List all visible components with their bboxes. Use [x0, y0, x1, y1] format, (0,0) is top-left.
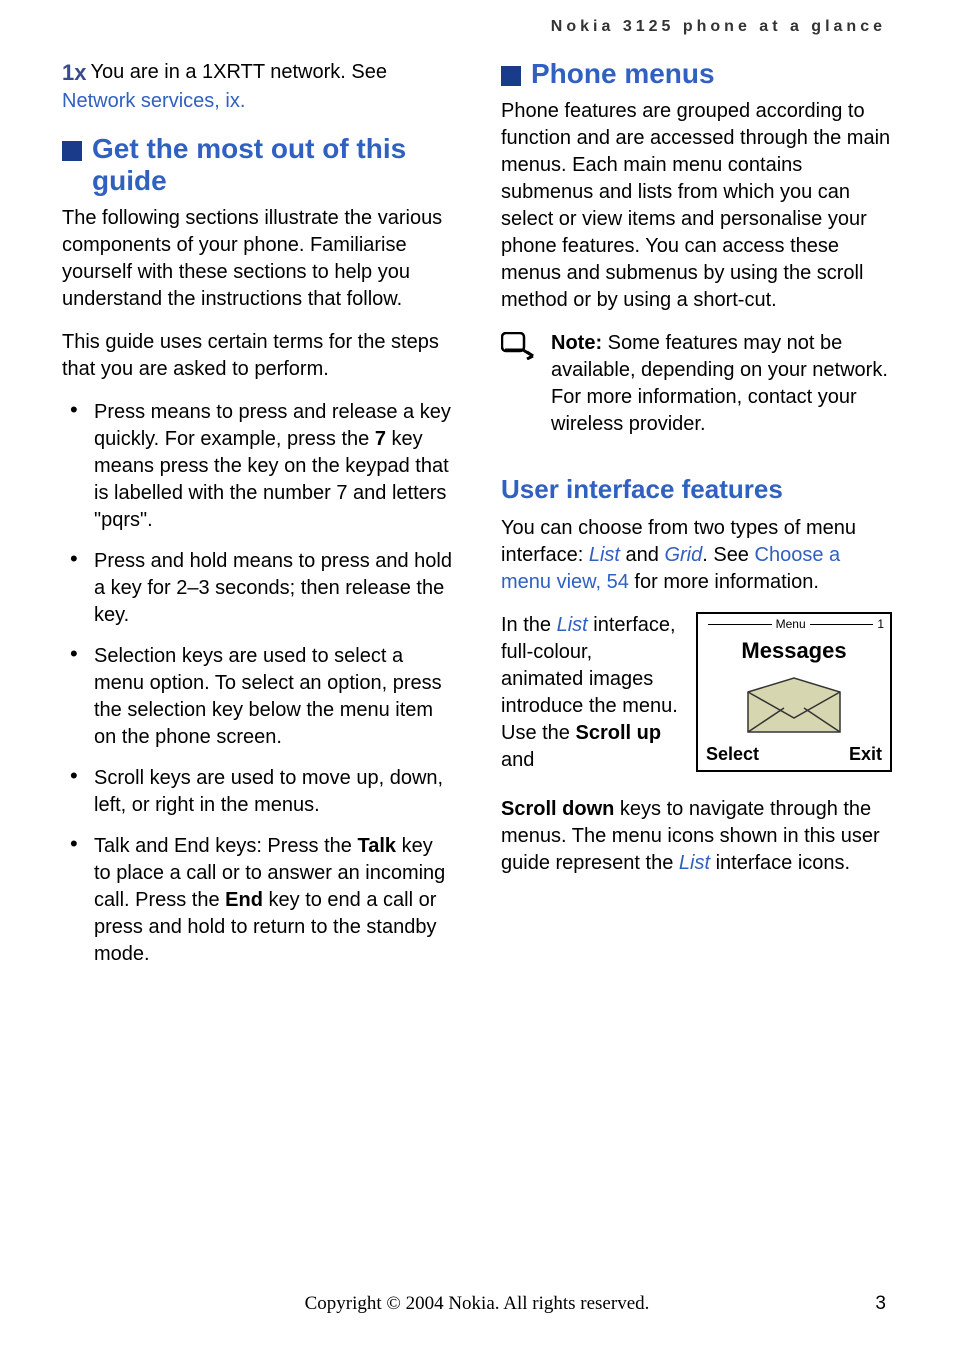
- ui-features-paragraph: You can choose from two types of menu in…: [501, 515, 892, 596]
- network-services-link[interactable]: Network services, ix.: [62, 90, 245, 112]
- envelope-icon: [698, 670, 890, 740]
- figure-softkeys: Select Exit: [698, 740, 890, 770]
- network-paragraph: 1xYou are in a 1XRTT network. See Networ…: [62, 58, 453, 115]
- page-footer: Copyright © 2004 Nokia. All rights reser…: [0, 1293, 954, 1315]
- right-column: Phone menus Phone features are grouped a…: [501, 58, 892, 982]
- page-header: Nokia 3125 phone at a glance: [62, 18, 892, 36]
- figure-title: Messages: [698, 634, 890, 670]
- section-heading-guide: Get the most out of this guide: [62, 133, 453, 197]
- list-item: Talk and End keys: Press the Talk key to…: [94, 833, 453, 968]
- list-item: Press and hold means to press and hold a…: [94, 548, 453, 629]
- figure-menu-label: Menu: [776, 616, 806, 632]
- note-block: Note: Some features may not be available…: [501, 330, 892, 454]
- figure-index: 1: [877, 616, 884, 632]
- guide-intro-paragraph: The following sections illustrate the va…: [62, 205, 453, 313]
- page-number: 3: [875, 1293, 886, 1315]
- ui-list-description: In the List interface, full-colour, anim…: [501, 612, 678, 774]
- guide-terms-paragraph: This guide uses certain terms for the st…: [62, 329, 453, 383]
- section-heading-ui-features: User interface features: [501, 472, 892, 507]
- phone-screen-figure: Menu 1 Messages Select Exit: [696, 612, 892, 772]
- list-item: Selection keys are used to select a menu…: [94, 643, 453, 751]
- figure-exit-key: Exit: [849, 742, 882, 766]
- phone-menus-paragraph: Phone features are grouped according to …: [501, 98, 892, 314]
- ui-figure-row: In the List interface, full-colour, anim…: [501, 612, 892, 790]
- network-1x-icon: 1x: [62, 58, 86, 88]
- network-text: You are in a 1XRTT network. See: [90, 61, 386, 83]
- ui-list-description-cont: Scroll down keys to navigate through the…: [501, 796, 892, 877]
- figure-titlebar: Menu 1: [698, 614, 890, 634]
- page: Nokia 3125 phone at a glance 1xYou are i…: [0, 0, 954, 1353]
- left-column: 1xYou are in a 1XRTT network. See Networ…: [62, 58, 453, 982]
- section-bullet-icon: [62, 141, 82, 161]
- section-title-phone-menus: Phone menus: [531, 58, 715, 90]
- section-title-guide: Get the most out of this guide: [92, 133, 453, 197]
- section-bullet-icon: [501, 66, 521, 86]
- section-heading-phone-menus: Phone menus: [501, 58, 892, 90]
- content-columns: 1xYou are in a 1XRTT network. See Networ…: [62, 58, 892, 982]
- note-icon: [501, 332, 535, 360]
- figure-select-key: Select: [706, 742, 759, 766]
- copyright-text: Copyright © 2004 Nokia. All rights reser…: [305, 1293, 650, 1314]
- list-item: Press means to press and release a key q…: [94, 399, 453, 534]
- note-text: Note: Some features may not be available…: [551, 330, 892, 438]
- list-item: Scroll keys are used to move up, down, l…: [94, 765, 453, 819]
- terms-list: Press means to press and release a key q…: [62, 399, 453, 968]
